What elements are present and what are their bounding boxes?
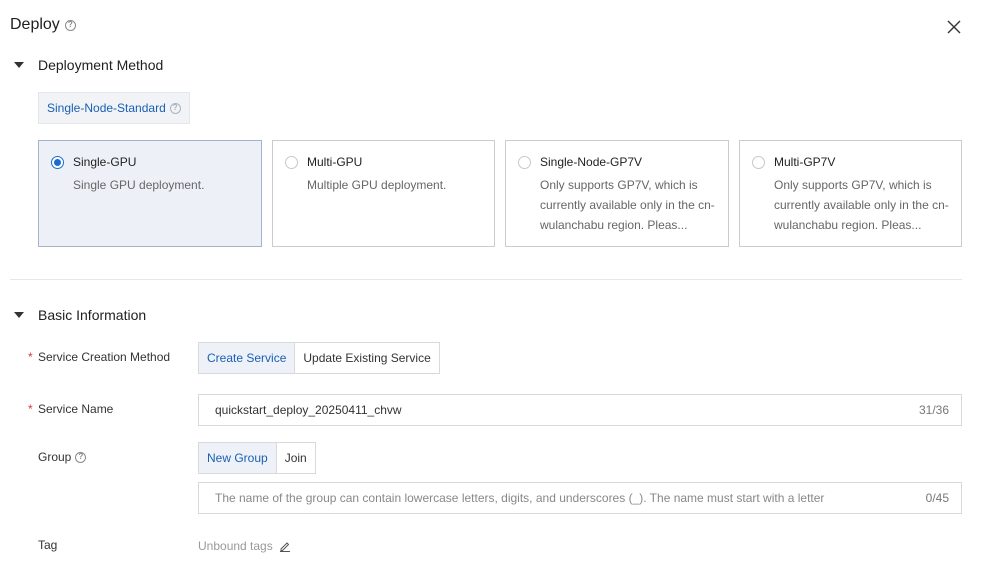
option-card-multi-gp7v[interactable]: Multi-GP7V Only supports GP7V, which is … — [739, 140, 962, 247]
help-icon[interactable]: ? — [169, 102, 181, 114]
option-description: Multiple GPU deployment. — [307, 178, 447, 192]
option-title: Single-GPU — [73, 155, 137, 169]
option-description: Only supports GP7V, which is currently a… — [540, 178, 715, 232]
option-card-multi-gpu[interactable]: Multi-GPU Multiple GPU deployment. — [272, 140, 495, 247]
new-group-button[interactable]: New Group — [199, 443, 276, 473]
option-title: Single-Node-GP7V — [540, 155, 643, 169]
deployment-method-heading: Deployment Method — [38, 57, 164, 73]
group-label: Group ? — [38, 450, 87, 464]
label-text: Service Name — [38, 402, 114, 416]
radio-icon[interactable] — [518, 155, 531, 169]
label-text: Service Creation Method — [38, 350, 171, 364]
required-mark: * — [28, 350, 33, 364]
close-icon[interactable] — [945, 18, 963, 36]
help-icon[interactable]: ? — [64, 19, 76, 31]
char-count: 0/45 — [925, 491, 949, 505]
option-description: Only supports GP7V, which is currently a… — [774, 178, 949, 232]
group-name-input[interactable] — [215, 491, 918, 505]
tag-label: Tag — [38, 538, 57, 552]
service-name-label: * Service Name — [28, 402, 113, 416]
tag-value-text: Unbound tags — [198, 539, 273, 553]
group-name-field[interactable]: 0/45 — [198, 482, 962, 514]
dialog-title: Deploy ? — [10, 16, 76, 34]
join-group-button[interactable]: Join — [275, 443, 315, 473]
basic-information-heading: Basic Information — [38, 307, 147, 323]
option-card-single-gpu[interactable]: Single-GPU Single GPU deployment. — [38, 140, 262, 247]
caret-down-icon — [14, 62, 24, 68]
section-divider — [10, 279, 962, 280]
service-name-input[interactable] — [215, 403, 911, 417]
label-text: Tag — [38, 538, 58, 552]
tab-single-node-standard-label: Single-Node-Standard — [47, 101, 166, 115]
option-description: Single GPU deployment. — [73, 178, 205, 192]
required-mark: * — [28, 402, 33, 416]
option-title: Multi-GPU — [307, 155, 363, 169]
basic-information-header[interactable]: Basic Information — [14, 307, 146, 323]
tab-single-node-standard[interactable]: Single-Node-Standard ? — [38, 92, 190, 124]
radio-icon[interactable] — [285, 155, 298, 169]
radio-icon[interactable] — [752, 155, 765, 169]
deployment-method-header[interactable]: Deployment Method — [14, 57, 163, 73]
char-count: 31/36 — [918, 403, 949, 417]
caret-down-icon — [14, 312, 24, 318]
service-name-field[interactable]: 31/36 — [198, 394, 962, 426]
service-creation-method-toggle[interactable]: Create Service Update Existing Service — [198, 342, 440, 374]
edit-icon[interactable] — [279, 540, 291, 552]
service-creation-method-label: * Service Creation Method — [28, 350, 170, 364]
create-service-button[interactable]: Create Service — [199, 343, 295, 373]
dialog-title-text: Deploy — [10, 16, 60, 33]
radio-selected-icon[interactable] — [51, 155, 64, 169]
tag-value: Unbound tags — [198, 539, 291, 553]
option-card-single-node-gp7v[interactable]: Single-Node-GP7V Only supports GP7V, whi… — [505, 140, 729, 247]
label-text: Group — [38, 450, 72, 464]
group-toggle[interactable]: New Group Join — [198, 442, 316, 474]
help-icon[interactable]: ? — [75, 451, 87, 463]
option-title: Multi-GP7V — [774, 155, 836, 169]
update-existing-service-button[interactable]: Update Existing Service — [294, 343, 439, 373]
